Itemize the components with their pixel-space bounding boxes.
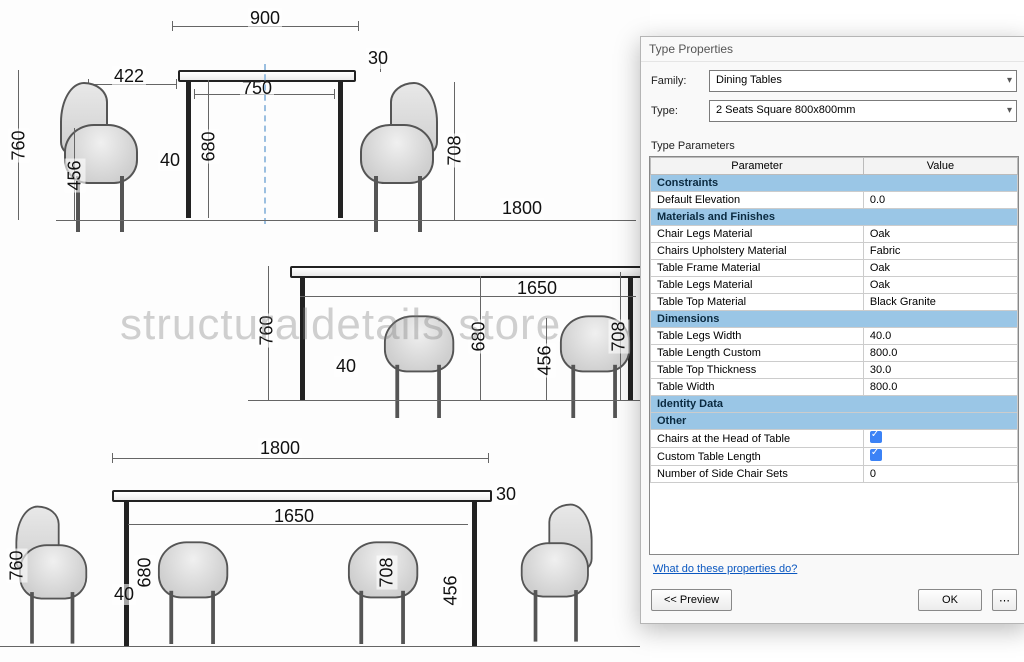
- param-name: Default Elevation: [651, 192, 864, 209]
- dim-760-b: 760: [257, 313, 278, 347]
- param-name: Table Length Custom: [651, 345, 864, 362]
- dim-760-c: 760: [7, 548, 28, 582]
- checkbox-icon[interactable]: [870, 431, 882, 443]
- help-link[interactable]: What do these properties do?: [641, 557, 1024, 581]
- param-name: Chairs Upholstery Material: [651, 243, 864, 260]
- param-group[interactable]: Constraints: [651, 175, 1018, 192]
- dim-708-b: 708: [609, 319, 630, 353]
- param-group[interactable]: Identity Data: [651, 396, 1018, 413]
- dim-30-top: 30: [366, 48, 390, 69]
- dim-680-b: 680: [469, 319, 490, 353]
- col-value: Value: [863, 158, 1017, 175]
- param-group[interactable]: Other: [651, 413, 1018, 430]
- dim-760-a: 760: [9, 128, 30, 162]
- dim-456-c: 456: [441, 573, 462, 607]
- param-value[interactable]: Oak: [863, 260, 1017, 277]
- col-parameter: Parameter: [651, 158, 864, 175]
- param-name: Table Frame Material: [651, 260, 864, 277]
- param-name: Table Legs Width: [651, 328, 864, 345]
- param-name: Chairs at the Head of Table: [651, 430, 864, 448]
- preview-button[interactable]: << Preview: [651, 589, 732, 611]
- dim-456-b: 456: [535, 343, 556, 377]
- dialog-title: Type Properties: [641, 37, 1024, 62]
- type-properties-dialog: Type Properties Family: Dining Tables Ty…: [640, 36, 1024, 624]
- dim-680-a: 680: [199, 129, 220, 163]
- dim-680-c: 680: [135, 555, 156, 589]
- more-button[interactable]: ⋯: [992, 589, 1017, 611]
- param-name: Table Legs Material: [651, 277, 864, 294]
- dim-708-a: 708: [445, 133, 466, 167]
- param-group[interactable]: Dimensions: [651, 311, 1018, 328]
- dim-900: 900: [248, 8, 282, 29]
- param-value[interactable]: 800.0: [863, 345, 1017, 362]
- param-value[interactable]: [863, 430, 1017, 448]
- param-value[interactable]: 0.0: [863, 192, 1017, 209]
- param-name: Number of Side Chair Sets: [651, 466, 864, 483]
- dim-708-c: 708: [377, 555, 398, 589]
- dim-456-a: 456: [65, 158, 86, 192]
- type-label: Type:: [651, 105, 701, 117]
- dim-1800-c: 1800: [258, 438, 302, 459]
- dim-40-c: 40: [112, 584, 136, 605]
- dim-30-c: 30: [494, 484, 518, 505]
- drawing-canvas: 900 422 750 30 760 456 680 40 708 1800: [0, 0, 650, 662]
- type-parameters-label: Type Parameters: [641, 134, 1024, 154]
- chair-e3-1: [152, 502, 238, 635]
- chair-right-elev1: [350, 82, 440, 222]
- checkbox-icon[interactable]: [870, 449, 882, 461]
- param-name: Table Width: [651, 379, 864, 396]
- family-label: Family:: [651, 75, 701, 87]
- param-value[interactable]: Oak: [863, 226, 1017, 243]
- dim-40-a: 40: [158, 150, 182, 171]
- param-name: Chair Legs Material: [651, 226, 864, 243]
- param-name: Table Top Material: [651, 294, 864, 311]
- chair-left-elev1: [58, 82, 148, 222]
- ok-button[interactable]: OK: [918, 589, 982, 611]
- table-top-elev3: [112, 490, 492, 502]
- watermark: structuraldetails store: [120, 300, 561, 350]
- table-top-elev1: [178, 70, 356, 82]
- param-value[interactable]: 40.0: [863, 328, 1017, 345]
- param-value[interactable]: [863, 448, 1017, 466]
- dim-1800-a: 1800: [500, 198, 544, 219]
- family-select[interactable]: Dining Tables: [709, 70, 1017, 92]
- param-value[interactable]: 800.0: [863, 379, 1017, 396]
- param-name: Table Top Thickness: [651, 362, 864, 379]
- param-value[interactable]: Fabric: [863, 243, 1017, 260]
- param-value[interactable]: Black Granite: [863, 294, 1017, 311]
- chair-e3-head-r: [512, 504, 595, 633]
- param-value[interactable]: Oak: [863, 277, 1017, 294]
- param-name: Custom Table Length: [651, 448, 864, 466]
- param-value[interactable]: 30.0: [863, 362, 1017, 379]
- param-group[interactable]: Materials and Finishes: [651, 209, 1018, 226]
- dim-40-b: 40: [334, 356, 358, 377]
- type-select[interactable]: 2 Seats Square 800x800mm: [709, 100, 1017, 122]
- parameters-grid[interactable]: Parameter Value ConstraintsDefault Eleva…: [649, 156, 1019, 555]
- param-value[interactable]: 0: [863, 466, 1017, 483]
